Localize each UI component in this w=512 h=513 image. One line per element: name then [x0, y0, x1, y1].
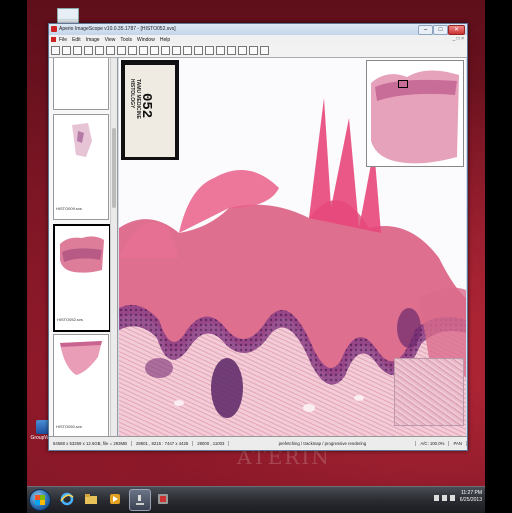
thumbnail-image	[60, 341, 102, 375]
scrollbar-thumb[interactable]	[112, 128, 116, 208]
zoom-icon[interactable]	[172, 46, 181, 55]
menu-edit[interactable]: Edit	[72, 37, 81, 43]
back-icon[interactable]	[106, 46, 115, 55]
clock-date: 6/25/2013	[459, 497, 482, 503]
close-button[interactable]: ✕	[448, 25, 465, 35]
volume-icon[interactable]	[442, 495, 447, 501]
thumbnail-item[interactable]: HISTO009.svs	[53, 114, 109, 220]
overview-navigator[interactable]	[366, 60, 464, 167]
status-coords: 28601 , 8215 : 7447 x 4425	[132, 441, 194, 446]
status-mode: PAN	[449, 441, 467, 446]
taskbar-explorer[interactable]	[81, 489, 101, 509]
lens-icon[interactable]	[161, 46, 170, 55]
magnifier-inset	[394, 358, 464, 426]
flag-icon[interactable]	[450, 495, 455, 501]
folder-icon	[85, 494, 97, 504]
thumbnail-caption: HISTO050.svs	[56, 424, 82, 429]
menu-image[interactable]: Image	[86, 37, 100, 43]
thumbnail-caption: HISTO052.svs	[57, 317, 83, 322]
internet-explorer-icon	[60, 492, 74, 506]
grid-icon[interactable]	[260, 46, 269, 55]
rectangle-icon[interactable]	[216, 46, 225, 55]
clock-time: 11:27 PM	[460, 490, 482, 496]
status-bar: 84588 x 53269 x 12.6GB, file = 293MB 286…	[49, 436, 467, 450]
taskbar-media-player[interactable]	[105, 489, 125, 509]
app-icon	[158, 494, 168, 504]
document-icon	[51, 37, 56, 42]
thumbnail-panel: HISTO009.svs HISTO052.svs HISTO050.svs	[49, 58, 118, 436]
slide-label-line1: TAMU MEDICINE	[135, 79, 141, 119]
status-image-size: 84588 x 53269 x 12.6GB, file = 293MB	[49, 441, 132, 446]
windows-icon	[35, 495, 45, 505]
menu-view[interactable]: View	[105, 37, 116, 43]
microscope-icon	[136, 495, 144, 505]
print-icon[interactable]	[84, 46, 93, 55]
open-icon[interactable]	[51, 46, 60, 55]
clock[interactable]: 11:27 PM 6/25/2013	[460, 490, 482, 504]
title-bar[interactable]: Aperio ImageScope v10.0.35.1787 - [HISTO…	[49, 24, 467, 35]
rotate-icon[interactable]	[183, 46, 192, 55]
thumbnail-image	[72, 123, 92, 157]
window-title: Aperio ImageScope v10.0.35.1787 - [HISTO…	[59, 26, 176, 32]
ruler-icon[interactable]	[238, 46, 247, 55]
thumbnail-image	[60, 236, 104, 273]
system-tray	[434, 495, 455, 501]
pan-icon[interactable]	[150, 46, 159, 55]
forward-icon[interactable]	[117, 46, 126, 55]
mdi-controls[interactable]: _ □ ×	[453, 36, 465, 42]
overview-viewport-box[interactable]	[398, 80, 408, 88]
start-button[interactable]	[29, 489, 51, 511]
thumbnail-scrollbar[interactable]	[110, 58, 117, 436]
status-zoom: A/C: 100.0%	[416, 441, 450, 446]
slide-label-text: TAMU MEDICINE HISTOLOGY	[129, 79, 141, 119]
open-folder-icon[interactable]	[62, 46, 71, 55]
toolbar	[49, 44, 467, 58]
menu-window[interactable]: Window	[137, 37, 155, 43]
menu-bar: File Edit Image View Tools Window Help _…	[49, 35, 467, 44]
slide-viewer[interactable]: 052 TAMU MEDICINE HISTOLOGY	[119, 58, 466, 436]
thumbnail-caption: HISTO009.svs	[56, 206, 82, 211]
thumbnail-item[interactable]: HISTO050.svs	[53, 334, 109, 436]
magnifier-icon[interactable]	[139, 46, 148, 55]
media-player-icon	[110, 494, 120, 504]
network-icon[interactable]	[434, 495, 439, 501]
maximize-button[interactable]: □	[433, 25, 448, 35]
ellipse-icon[interactable]	[227, 46, 236, 55]
save-icon[interactable]	[73, 46, 82, 55]
taskbar-imagescope[interactable]	[129, 489, 151, 511]
status-position: 28000 , 11003	[193, 441, 230, 446]
imagescope-window: Aperio ImageScope v10.0.35.1787 - [HISTO…	[48, 23, 468, 451]
up-icon[interactable]	[128, 46, 137, 55]
overview-thumbnail	[371, 70, 459, 164]
app-icon	[51, 26, 57, 32]
arrow-icon[interactable]	[194, 46, 203, 55]
home-icon[interactable]	[95, 46, 104, 55]
slide-label: 052 TAMU MEDICINE HISTOLOGY	[121, 60, 179, 160]
menu-tools[interactable]: Tools	[120, 37, 132, 43]
thumbnail-item[interactable]	[53, 58, 109, 110]
menu-help[interactable]: Help	[160, 37, 170, 43]
status-message: prefetching / trackmap / progressive ren…	[229, 441, 417, 446]
menu-file[interactable]: File	[59, 37, 67, 43]
thumbnail-item-selected[interactable]: HISTO052.svs	[53, 224, 111, 332]
color-icon[interactable]	[249, 46, 258, 55]
taskbar-app[interactable]	[153, 489, 173, 509]
minimize-button[interactable]: –	[418, 25, 433, 35]
pen-icon[interactable]	[205, 46, 214, 55]
taskbar: 11:27 PM 6/25/2013	[27, 486, 485, 513]
taskbar-ie[interactable]	[57, 489, 77, 509]
